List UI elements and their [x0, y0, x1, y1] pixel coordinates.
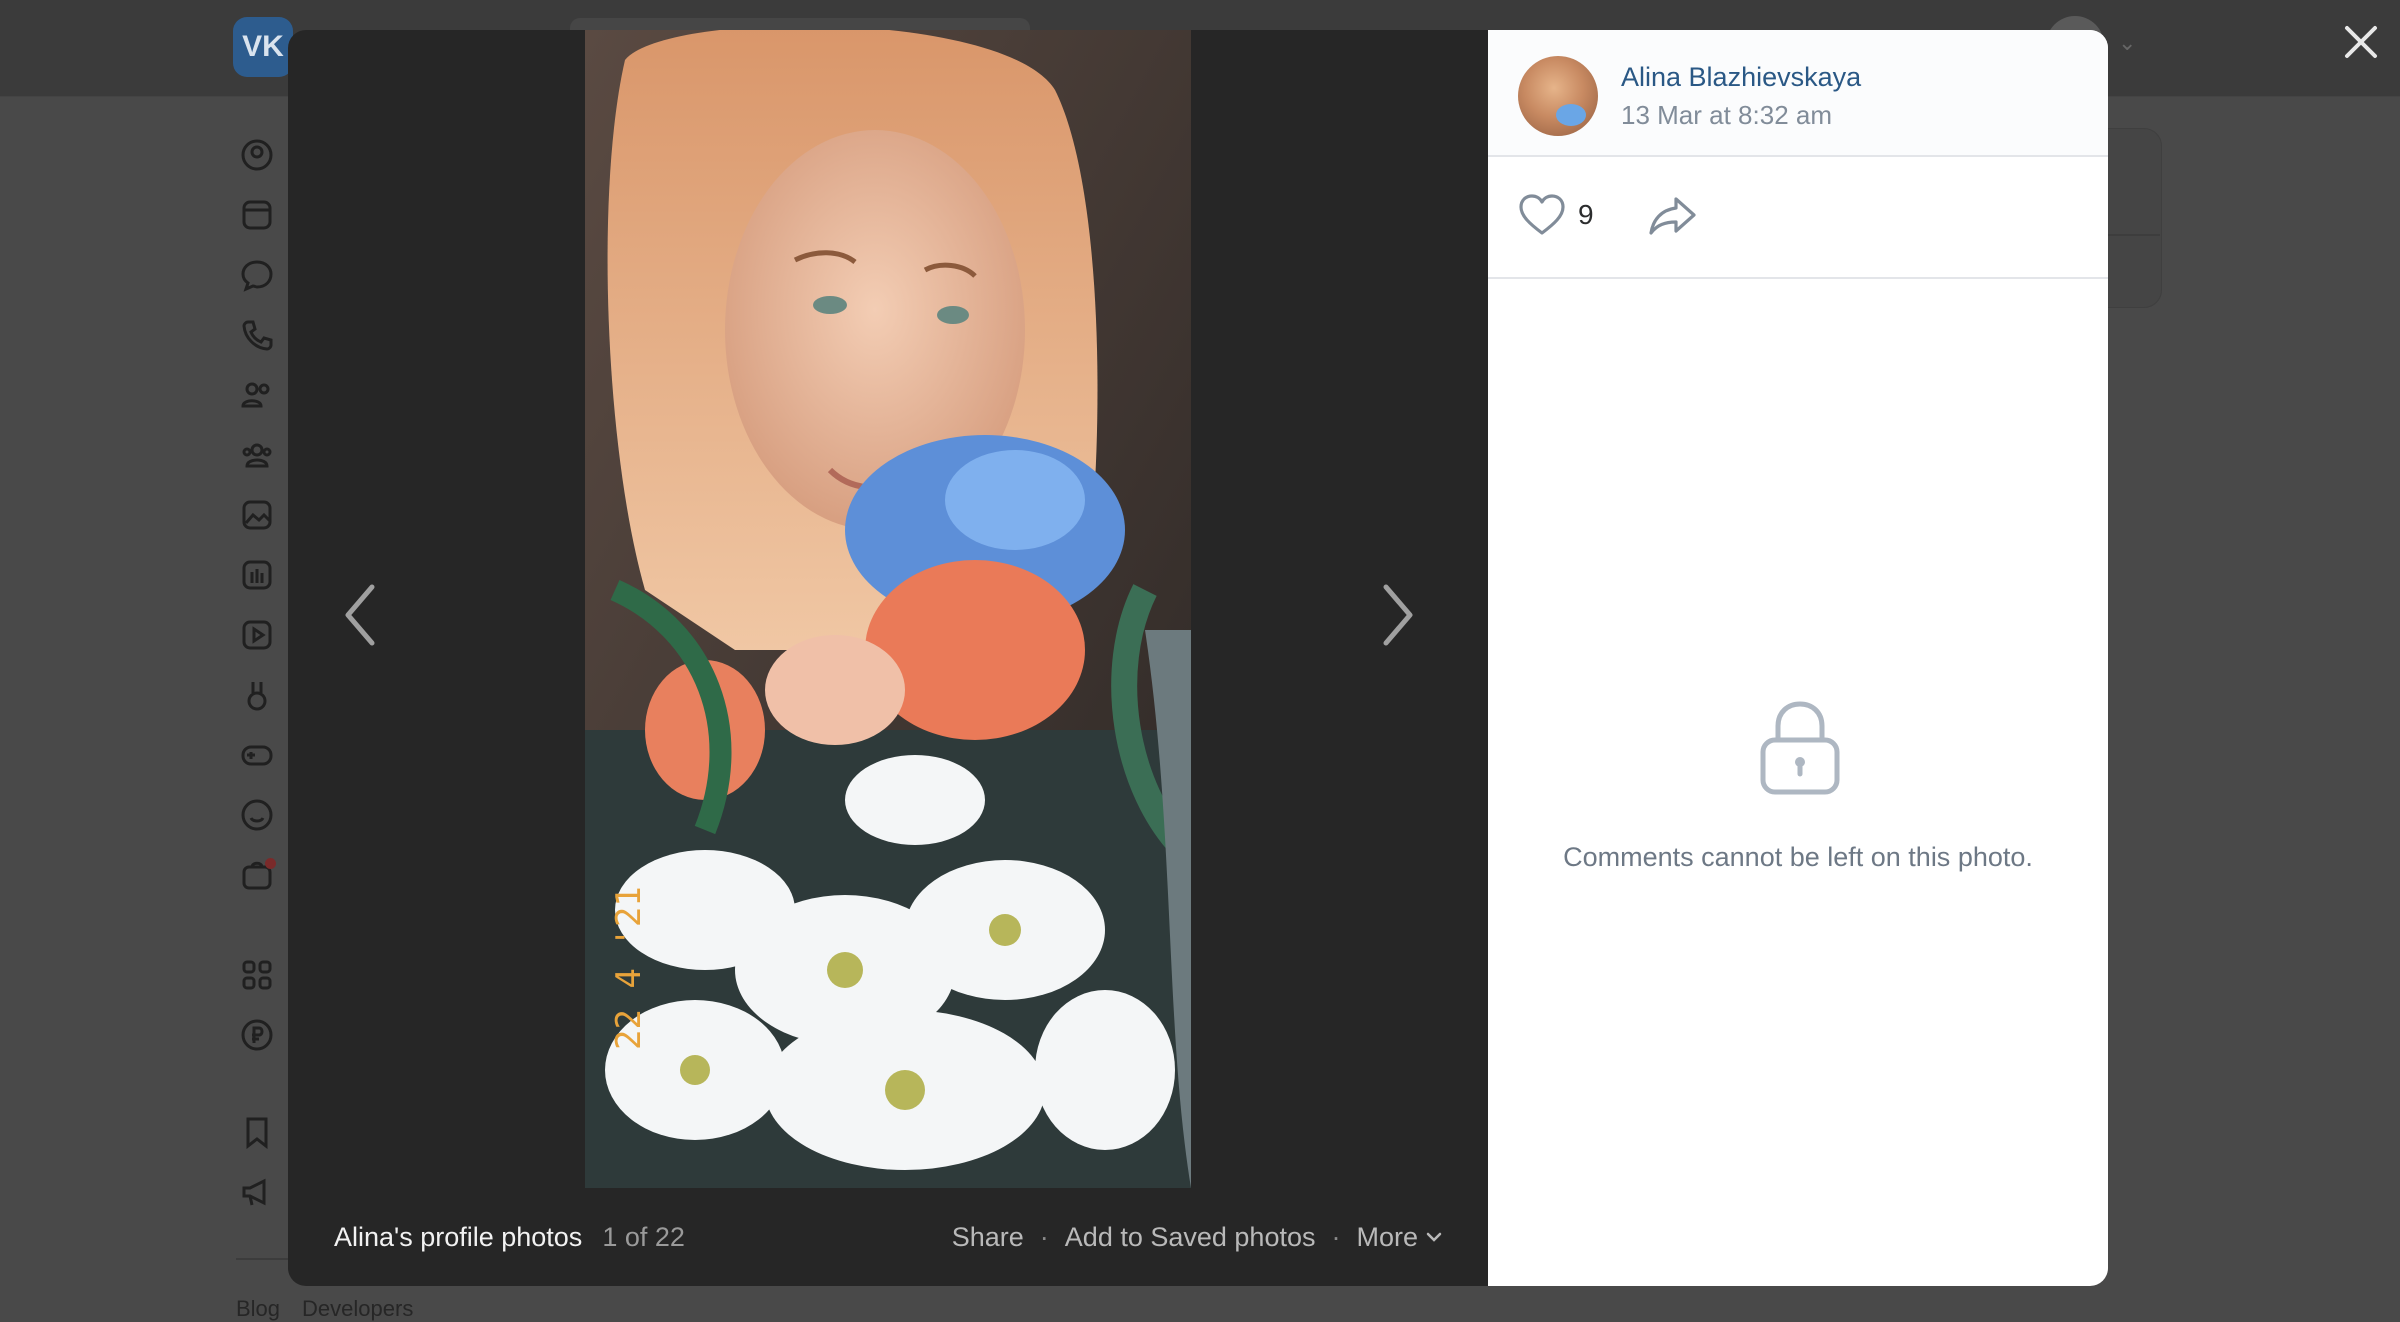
chevron-down-icon: [1426, 1232, 1442, 1242]
photo-pane: 22 4 '21 Alina's profile photos 1 of 22 …: [288, 30, 1488, 1286]
photos-icon[interactable]: [240, 498, 274, 532]
sidebar-divider: [236, 1258, 296, 1260]
chevron-right-icon: [1383, 584, 1413, 646]
like-button[interactable]: 9: [1518, 193, 1594, 237]
footer-links: Blog Developers: [236, 1296, 435, 1322]
photo-actions: Share · Add to Saved photos · More: [952, 1222, 1442, 1253]
photo[interactable]: 22 4 '21: [585, 30, 1191, 1188]
communities-icon[interactable]: [240, 438, 274, 472]
post-date[interactable]: 13 Mar at 8:32 am: [1621, 100, 1832, 131]
stickers-icon[interactable]: [240, 798, 274, 832]
photo-image: 22 4 '21: [585, 30, 1191, 1188]
photo-counter: 1 of 22: [602, 1221, 685, 1252]
ads-icon[interactable]: [240, 1175, 274, 1209]
author-avatar[interactable]: [1518, 56, 1598, 136]
share-button[interactable]: [1648, 193, 1698, 242]
music-icon[interactable]: [240, 558, 274, 592]
more-label: More: [1356, 1221, 1418, 1252]
calls-icon[interactable]: [240, 318, 274, 352]
next-photo-button[interactable]: [1368, 570, 1428, 660]
apps-icon[interactable]: [240, 958, 274, 992]
reactions-bar: 9: [1488, 157, 2108, 279]
bookmarks-icon[interactable]: [240, 1115, 274, 1149]
author-name-link[interactable]: Alina Blazhievskaya: [1621, 62, 1861, 93]
chevron-down-icon[interactable]: ⌄: [2118, 30, 2136, 56]
notification-dot: [265, 858, 276, 869]
news-icon[interactable]: [240, 198, 274, 232]
share-link[interactable]: Share: [952, 1222, 1024, 1253]
close-icon: [2345, 26, 2377, 58]
like-count: 9: [1578, 199, 1594, 230]
photo-viewer: 22 4 '21 Alina's profile photos 1 of 22 …: [288, 30, 2108, 1286]
album-title-link[interactable]: Alina's profile photos: [334, 1222, 582, 1253]
separator: ·: [1039, 1221, 1049, 1252]
video-icon[interactable]: [240, 618, 274, 652]
heart-icon: [1519, 194, 1565, 235]
share-arrow-icon: [1649, 197, 1696, 235]
separator: ·: [1331, 1221, 1341, 1252]
previous-photo-button[interactable]: [330, 570, 390, 660]
profile-icon[interactable]: [240, 138, 274, 172]
friends-icon[interactable]: [240, 378, 274, 412]
vk-logo[interactable]: VK: [233, 17, 293, 77]
vk-pay-icon[interactable]: [240, 1018, 274, 1052]
footer-link-blog[interactable]: Blog: [236, 1296, 280, 1321]
chevron-left-icon: [345, 584, 375, 646]
add-to-saved-link[interactable]: Add to Saved photos: [1065, 1222, 1316, 1253]
close-viewer-button[interactable]: [2335, 16, 2387, 68]
footer-link-developers[interactable]: Developers: [302, 1296, 413, 1321]
more-menu-button[interactable]: More: [1356, 1222, 1442, 1253]
photo-footer: Alina's profile photos 1 of 22 Share · A…: [288, 1188, 1488, 1286]
author-header: Alina Blazhievskaya 13 Mar at 8:32 am: [1488, 30, 2108, 157]
photo-date-stamp: 22 4 '21: [609, 886, 649, 1050]
games-icon[interactable]: [240, 738, 274, 772]
comments-locked-message: Comments cannot be left on this photo.: [1563, 842, 2033, 872]
lock-icon: [1758, 698, 1842, 803]
clips-icon[interactable]: [240, 678, 274, 712]
photo-info-panel: Alina Blazhievskaya 13 Mar at 8:32 am 9: [1488, 30, 2108, 1286]
messages-icon[interactable]: [240, 258, 274, 292]
